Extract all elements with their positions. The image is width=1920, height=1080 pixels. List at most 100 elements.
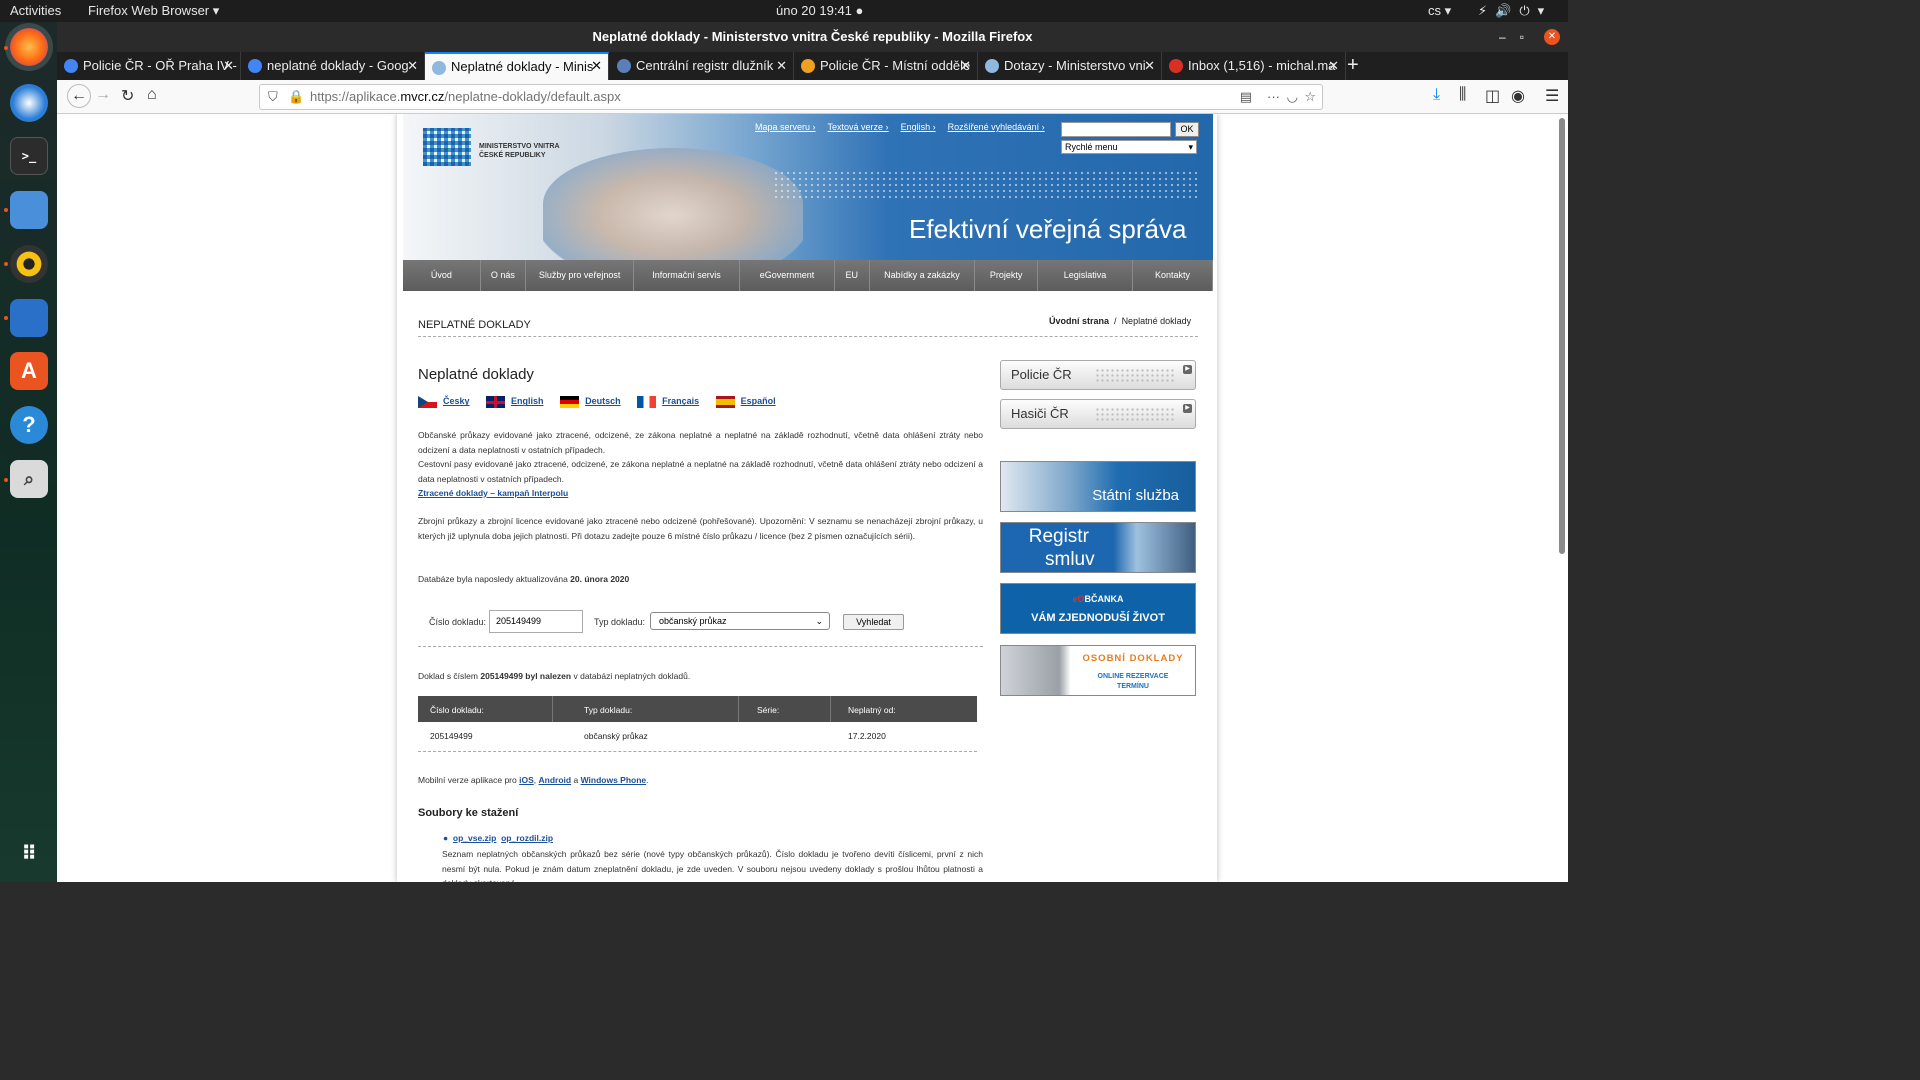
url-bar[interactable]: ⛉ 🔒 https://aplikace.mvcr.cz/neplatne-do… [259, 84, 1323, 110]
pocket-icon[interactable]: ◡ [1287, 85, 1298, 109]
nav-item-9[interactable]: Legislativa [1038, 260, 1133, 291]
osobni-line-3: TERMÍNU [1117, 683, 1149, 690]
header-invalid-since: Neplatný od: [848, 705, 896, 715]
lang-fr-link[interactable]: Français [662, 396, 699, 406]
top-link-3[interactable]: English › [901, 122, 936, 132]
android-link[interactable]: Android [539, 775, 572, 785]
tab-close-icon[interactable]: ✕ [1144, 52, 1155, 80]
nav-item-3[interactable]: Služby pro veřejnost [526, 260, 635, 291]
nav-item-1[interactable]: Úvod [403, 260, 481, 291]
registr-line-1: Registr [1028, 526, 1089, 547]
statni-sluzba-banner[interactable]: Státní služba [1000, 461, 1196, 512]
software-center-icon[interactable]: A [10, 352, 48, 390]
clock[interactable]: úno 20 19:41 ● [776, 3, 863, 18]
system-menu[interactable]: ⚡🔊⏻▾ [1478, 3, 1552, 19]
breadcrumb-home[interactable]: Úvodní strana [1049, 316, 1109, 326]
tab-close-icon[interactable]: ✕ [960, 52, 971, 80]
nav-item-5[interactable]: eGovernment [740, 260, 835, 291]
lang-cs-link[interactable]: Česky [443, 396, 470, 406]
tab-5[interactable]: Policie ČR - Místní odděle ✕ [794, 52, 978, 80]
osobni-doklady-banner[interactable]: OSOBNÍ DOKLADY ONLINE REZERVACE TERMÍNU [1000, 645, 1196, 696]
registr-smluv-banner[interactable]: Registr smluv [1000, 522, 1196, 573]
logo-text[interactable]: MINISTERSTVO VNITRA ČESKÉ REPUBLIKY [479, 142, 560, 160]
site-search-input[interactable] [1061, 122, 1171, 137]
ios-link[interactable]: iOS [519, 775, 534, 785]
reader-view-icon[interactable]: ▤ [1240, 85, 1252, 109]
mvcr-logo-icon[interactable] [423, 128, 471, 166]
tab-6[interactable]: Dotazy - Ministerstvo vni ✕ [978, 52, 1162, 80]
lang-es-link[interactable]: Español [741, 396, 776, 406]
tab-close-icon[interactable]: ✕ [591, 54, 602, 79]
app-menu[interactable]: Firefox Web Browser ▾ [88, 3, 219, 19]
intro-text: Občanské průkazy evidované jako ztracené… [418, 428, 983, 501]
firefox-icon[interactable] [10, 28, 48, 66]
police-button[interactable]: Policie ČR ▶ [1000, 360, 1196, 390]
minimize-icon[interactable]: – [1499, 30, 1520, 44]
interpol-link[interactable]: Ztracené doklady – kampaň Interpolu [418, 486, 983, 501]
nav-item-6[interactable]: EU [835, 260, 870, 291]
nav-item-8[interactable]: Projekty [975, 260, 1038, 291]
firefighters-label: Hasiči ČR [1011, 406, 1069, 421]
reload-icon[interactable]: ↻ [121, 86, 134, 106]
lang-de-link[interactable]: Deutsch [585, 396, 621, 406]
lock-icon[interactable]: 🔒 [288, 85, 304, 109]
writer-icon[interactable] [10, 299, 48, 337]
magnifier-icon[interactable]: ⌕ [10, 460, 48, 498]
tab-4[interactable]: Centrální registr dlužník ✕ [610, 52, 794, 80]
top-link-4[interactable]: Rozšířené vyhledávání › [948, 122, 1045, 132]
header-series: Série: [757, 705, 780, 715]
site-search-ok-button[interactable]: OK [1175, 122, 1199, 137]
tab-2[interactable]: neplatné doklady - Goog ✕ [241, 52, 425, 80]
tab-3[interactable]: Neplatné doklady - Minis ✕ [425, 52, 609, 80]
tab-1[interactable]: Policie ČR - OŘ Praha IV - ✕ [57, 52, 241, 80]
top-link-2[interactable]: Textová verze › [828, 122, 889, 132]
nav-item-2[interactable]: O nás [481, 260, 527, 291]
downloads-icon[interactable]: ⤓ [1433, 86, 1440, 104]
doc-type-value: občanský průkaz [659, 616, 727, 626]
file-op-vse-link[interactable]: op_vse.zip [453, 833, 496, 843]
lang-en-link[interactable]: English [511, 396, 544, 406]
activities-button[interactable]: Activities [10, 3, 61, 18]
tab-close-icon[interactable]: ✕ [776, 52, 787, 80]
account-icon[interactable]: ◉ [1511, 86, 1525, 106]
nav-item-10[interactable]: Kontakty [1133, 260, 1213, 291]
tab-close-icon[interactable]: ✕ [1328, 52, 1339, 80]
files-icon[interactable] [10, 191, 48, 229]
divider [418, 646, 983, 647]
rhythmbox-icon[interactable] [10, 245, 48, 283]
tracking-shield-icon[interactable]: ⛉ [268, 85, 278, 109]
file-op-rozdil-link[interactable]: op_rozdil.zip [501, 833, 553, 843]
page-actions-icon[interactable]: ··· [1267, 85, 1280, 109]
terminal-icon[interactable]: >_ [10, 137, 48, 175]
firefighters-button[interactable]: Hasiči ČR ▶ [1000, 399, 1196, 429]
sidebar-icon[interactable]: ◫ [1485, 86, 1500, 106]
cell-doc-number: 205149499 [430, 731, 473, 741]
nav-item-4[interactable]: Informační servis [634, 260, 740, 291]
help-icon[interactable]: ? [10, 406, 48, 444]
home-icon[interactable]: ⌂ [147, 86, 157, 104]
tab-close-icon[interactable]: ✕ [407, 52, 418, 80]
library-icon[interactable]: ⫼ [1459, 86, 1466, 104]
quick-menu-select[interactable]: Rychlé menu ▾ [1061, 140, 1197, 154]
windows-phone-link[interactable]: Windows Phone [581, 775, 647, 785]
top-link-1[interactable]: Mapa serveru › [755, 122, 816, 132]
doc-type-select[interactable]: občanský průkaz ⌄ [650, 612, 830, 630]
forward-icon[interactable]: → [95, 86, 111, 104]
menu-icon[interactable]: ☰ [1545, 86, 1559, 106]
tab-close-icon[interactable]: ✕ [223, 52, 234, 80]
search-button[interactable]: Vyhledat [843, 614, 904, 630]
doc-number-input[interactable]: 205149499 [489, 610, 583, 633]
new-tab-icon[interactable]: + [1347, 52, 1359, 78]
nav-item-7[interactable]: Nabídky a zakázky [870, 260, 976, 291]
tab-7[interactable]: Inbox (1,516) - michal.ma ✕ [1162, 52, 1346, 80]
maximize-icon[interactable]: ▫ [1520, 30, 1538, 44]
back-icon[interactable]: ← [67, 84, 91, 108]
input-language[interactable]: cs ▾ [1428, 3, 1451, 19]
scrollbar[interactable] [1559, 118, 1565, 554]
thunderbird-icon[interactable] [10, 84, 48, 122]
show-apps-icon[interactable]: ⠿ [10, 834, 48, 872]
tab-favicon-icon [801, 59, 815, 73]
close-icon[interactable]: ✕ [1544, 29, 1560, 45]
eobcanka-banner[interactable]: eOBČANKA VÁM ZJEDNODUŠÍ ŽIVOT [1000, 583, 1196, 634]
bookmark-star-icon[interactable]: ☆ [1304, 85, 1316, 109]
